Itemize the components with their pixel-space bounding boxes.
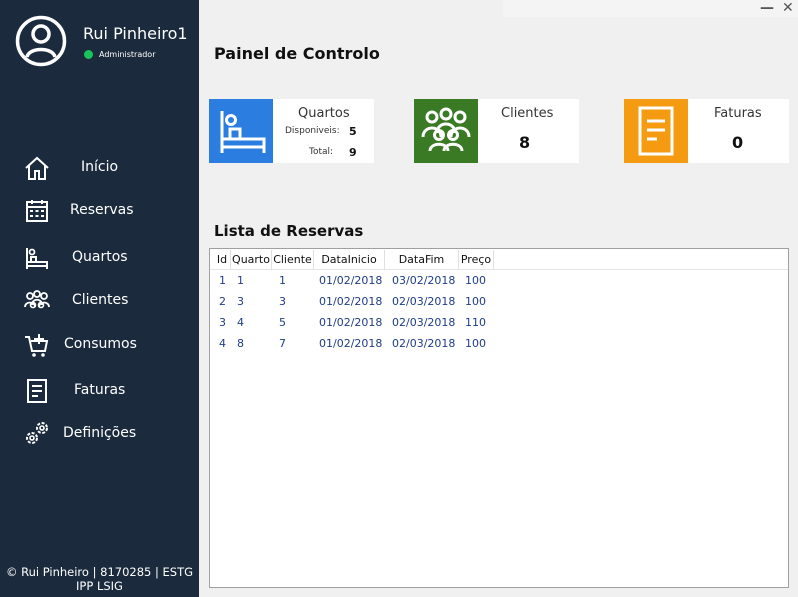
nav-clientes-label: Clientes [72, 292, 129, 308]
total-value: 9 [349, 146, 357, 159]
nav-quartos-label: Quartos [72, 249, 128, 265]
available-value: 5 [349, 125, 357, 138]
column-header-datafim[interactable]: DataFim [385, 250, 459, 269]
cell-id: 2 [219, 295, 226, 308]
nav-consumos-label: Consumos [64, 336, 137, 352]
cell-datafim: 02/03/2018 [392, 337, 456, 350]
users-icon [414, 99, 478, 163]
invoice-icon [624, 99, 688, 163]
bed-icon [209, 99, 273, 163]
cell-preco: 100 [465, 337, 486, 350]
cell-datafim: 02/03/2018 [392, 316, 456, 329]
page-title: Painel de Controlo [214, 44, 380, 63]
cell-preco: 100 [465, 274, 486, 287]
column-header-id[interactable]: Id [214, 250, 231, 269]
cell-id: 4 [219, 337, 226, 350]
footer-line2: IPP LSIG [76, 579, 123, 593]
cell-datafim: 02/03/2018 [392, 295, 456, 308]
role-label: Administrador [99, 50, 156, 59]
title-bar [503, 0, 798, 17]
quartos-card: Quartos Disponiveis: 5 Total: 9 [209, 99, 374, 163]
column-header-preco[interactable]: Preço [459, 250, 494, 269]
faturas-card-value: 0 [732, 133, 744, 152]
nav-definicoes[interactable]: Definições [0, 417, 199, 451]
cell-datainicio: 01/02/2018 [319, 274, 383, 287]
online-status-dot [84, 50, 93, 59]
cell-cliente: 7 [279, 337, 286, 350]
user-role: Administrador [84, 50, 155, 59]
cell-id: 3 [219, 316, 226, 329]
cell-id: 1 [219, 274, 226, 287]
cell-preco: 100 [465, 295, 486, 308]
home-icon [25, 156, 49, 180]
nav-definicoes-label: Definições [63, 425, 137, 441]
faturas-card: Faturas 0 [624, 99, 789, 163]
close-button[interactable]: ✕ [782, 0, 794, 16]
cell-quarto: 3 [237, 295, 244, 308]
nav-consumos[interactable]: Consumos [0, 328, 199, 362]
invoice-icon [27, 379, 47, 403]
clientes-card-value: 8 [519, 133, 531, 152]
reservations-list-title: Lista de Reservas [214, 222, 364, 240]
minimize-button[interactable]: — [760, 0, 774, 16]
cell-cliente: 1 [279, 274, 286, 287]
column-header-quarto[interactable]: Quarto [231, 250, 272, 269]
header-divider [210, 269, 788, 270]
nav-reservas[interactable]: Reservas [0, 194, 199, 228]
reservations-table[interactable]: Id Quarto Cliente DataInicio DataFim Pre… [209, 248, 789, 588]
total-label: Total: [309, 147, 334, 157]
cart-icon [25, 334, 49, 357]
cell-quarto: 4 [237, 316, 244, 329]
quartos-card-title: Quartos [298, 106, 350, 121]
cell-quarto: 8 [237, 337, 244, 350]
cell-datainicio: 01/02/2018 [319, 295, 383, 308]
bed-icon [26, 248, 48, 269]
cell-cliente: 5 [279, 316, 286, 329]
footer-credits: © Rui Pinheiro | 8170285 | ESTG IPP LSIG [0, 565, 199, 593]
nav-faturas[interactable]: Faturas [0, 374, 199, 408]
cell-preco: 110 [465, 316, 486, 329]
column-header-cliente[interactable]: Cliente [272, 250, 314, 269]
user-name: Rui Pinheiro1 [83, 24, 188, 43]
gears-icon [26, 422, 48, 444]
cell-datafim: 03/02/2018 [392, 274, 456, 287]
users-icon [24, 290, 50, 309]
column-header-datainicio[interactable]: DataInicio [314, 250, 385, 269]
nav-reservas-label: Reservas [70, 202, 134, 218]
available-label: Disponiveis: [285, 126, 340, 136]
clientes-card-title: Clientes [501, 106, 554, 121]
clientes-card: Clientes 8 [414, 99, 579, 163]
nav-faturas-label: Faturas [74, 382, 126, 398]
faturas-card-title: Faturas [714, 106, 762, 121]
nav-clientes[interactable]: Clientes [0, 284, 199, 318]
user-avatar-icon [15, 15, 67, 67]
cell-quarto: 1 [237, 274, 244, 287]
footer-line1: © Rui Pinheiro | 8170285 | ESTG [5, 565, 194, 579]
cell-cliente: 3 [279, 295, 286, 308]
sidebar: Rui Pinheiro1 Administrador Início Reser… [0, 0, 199, 597]
nav-quartos[interactable]: Quartos [0, 241, 199, 275]
nav-inicio[interactable]: Início [0, 151, 199, 185]
calendar-icon [26, 200, 48, 222]
cell-datainicio: 01/02/2018 [319, 316, 383, 329]
nav-inicio-label: Início [81, 159, 119, 175]
cell-datainicio: 01/02/2018 [319, 337, 383, 350]
